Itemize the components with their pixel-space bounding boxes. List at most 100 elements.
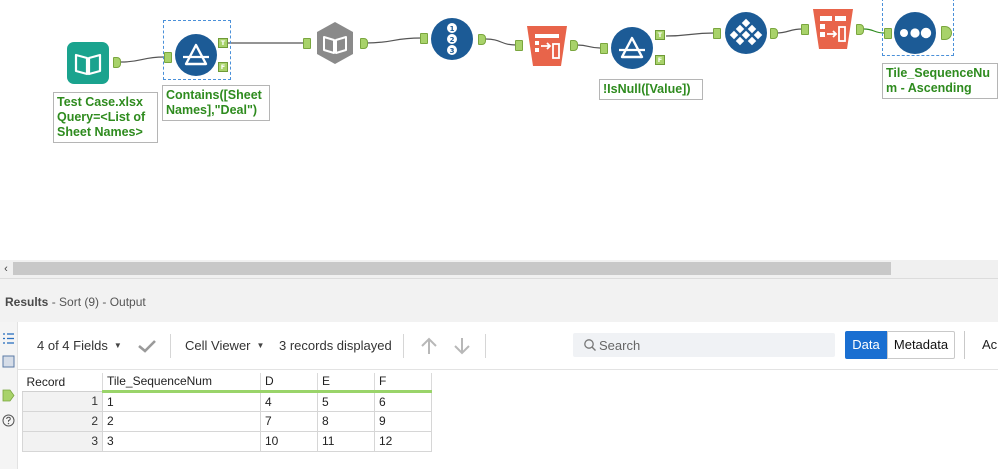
fields-dropdown[interactable]: 4 of 4 Fields ▼ — [37, 338, 122, 353]
scroll-left-arrow-icon[interactable]: ‹ — [0, 261, 12, 277]
column-header-e[interactable]: E — [317, 373, 375, 393]
table-row[interactable]: 1 1 4 5 6 — [22, 390, 432, 412]
connection-wire — [485, 38, 517, 46]
arrow-up-icon[interactable] — [420, 336, 438, 356]
column-header-record[interactable]: Record — [22, 373, 103, 392]
scrollbar-thumb[interactable] — [13, 262, 891, 275]
false-anchor[interactable]: F — [655, 55, 665, 65]
results-panel-header: Results - Sort (9) - Output — [0, 278, 998, 322]
table-cell[interactable]: 4 — [260, 390, 318, 412]
workflow-canvas[interactable]: Test Case.xlsx Query=<List of Sheet Name… — [0, 0, 998, 260]
input-anchor[interactable] — [600, 43, 608, 54]
search-box[interactable] — [573, 333, 835, 357]
records-count: 3 records displayed — [279, 338, 392, 353]
input-anchor[interactable] — [303, 38, 311, 49]
connection-wire — [365, 37, 422, 44]
cell-viewer-dropdown[interactable]: Cell Viewer ▼ — [185, 338, 264, 353]
input-anchor[interactable] — [884, 28, 892, 39]
sort-icon — [894, 12, 936, 54]
actions-button[interactable]: Ac — [964, 331, 998, 359]
column-header-f[interactable]: F — [374, 373, 432, 393]
sort-annotation: Tile_SequenceNu m - Ascending — [882, 63, 998, 99]
table-cell[interactable]: 12 — [374, 430, 432, 452]
output-anchor[interactable] — [478, 34, 486, 45]
input-anchor[interactable] — [164, 52, 172, 63]
open-book-icon — [317, 22, 353, 64]
panel-view-icon[interactable] — [2, 355, 15, 368]
metadata-tab-button[interactable]: Metadata — [887, 331, 955, 359]
table-row[interactable]: 3 3 10 11 12 — [22, 430, 432, 452]
output-anchor[interactable] — [113, 57, 121, 68]
input-data-tool[interactable] — [66, 41, 110, 85]
input-anchor[interactable] — [801, 24, 809, 35]
output-anchor[interactable] — [770, 28, 778, 39]
connection-wire — [576, 44, 601, 49]
dynamic-rename-tool[interactable] — [811, 7, 855, 51]
connection-wire — [863, 28, 885, 34]
connection-wire — [665, 32, 715, 37]
input-annotation: Test Case.xlsx Query=<List of Sheet Name… — [53, 92, 158, 143]
true-anchor[interactable]: T — [218, 38, 228, 48]
crosstab-icon — [725, 12, 767, 54]
record-id-glyph: 2 — [450, 36, 455, 44]
crosstab-tool[interactable] — [724, 11, 768, 55]
horizontal-scrollbar[interactable]: ‹ — [0, 260, 998, 278]
arrow-down-icon[interactable] — [453, 336, 471, 356]
data-tab-button[interactable]: Data — [845, 331, 887, 359]
toolbar-separator — [403, 334, 404, 358]
table-cell[interactable]: 1 — [102, 390, 261, 412]
input-anchor[interactable] — [713, 28, 721, 39]
record-id-glyph: 3 — [450, 47, 455, 55]
table-row[interactable]: 2 2 7 8 9 — [22, 410, 432, 432]
table-cell[interactable]: 5 — [317, 390, 375, 412]
table-cell[interactable]: 2 — [102, 410, 261, 432]
filter-icon — [611, 27, 653, 69]
checkmark-icon[interactable] — [137, 339, 157, 353]
column-header-d[interactable]: D — [260, 373, 318, 393]
transpose-icon — [527, 26, 567, 66]
filter-tool-2[interactable] — [610, 26, 654, 70]
list-view-icon[interactable] — [2, 332, 15, 345]
table-cell[interactable]: 7 — [260, 410, 318, 432]
results-title: Results - Sort (9) - Output — [5, 295, 146, 309]
results-toolbar: 4 of 4 Fields ▼ Cell Viewer ▼ 3 records di… — [18, 322, 998, 370]
toolbar-separator — [485, 334, 486, 358]
cell-viewer-label: Cell Viewer — [185, 338, 251, 353]
false-anchor[interactable]: F — [218, 62, 228, 72]
results-source: - Sort (9) - Output — [48, 295, 146, 309]
help-icon[interactable] — [2, 414, 15, 427]
dynamic-input-tool[interactable] — [313, 21, 357, 65]
output-anchor[interactable] — [360, 38, 368, 49]
column-header-tile-sequencenum[interactable]: Tile_SequenceNum — [102, 373, 261, 393]
input-anchor[interactable] — [420, 33, 428, 44]
true-anchor[interactable]: T — [655, 30, 665, 40]
output-anchor[interactable] — [570, 40, 578, 51]
record-id-tool[interactable]: 1 2 3 — [430, 17, 474, 61]
search-icon — [584, 339, 596, 351]
output-anchor[interactable] — [856, 24, 864, 35]
results-label: Results — [5, 295, 49, 309]
record-number-cell[interactable]: 2 — [22, 410, 103, 432]
record-id-glyph: 1 — [450, 25, 455, 33]
record-number-cell[interactable]: 3 — [22, 430, 103, 452]
table-cell[interactable]: 8 — [317, 410, 375, 432]
table-cell[interactable]: 6 — [374, 390, 432, 412]
table-cell[interactable]: 10 — [260, 430, 318, 452]
transpose-tool[interactable] — [525, 24, 569, 68]
record-number-cell[interactable]: 1 — [22, 390, 103, 412]
filter-icon — [175, 34, 217, 76]
rename-icon — [813, 9, 853, 49]
toolbar-separator — [170, 334, 171, 358]
filter-annotation: Contains([Sheet Names],"Deal") — [162, 85, 270, 121]
table-cell[interactable]: 3 — [102, 430, 261, 452]
table-cell[interactable]: 9 — [374, 410, 432, 432]
table-cell[interactable]: 11 — [317, 430, 375, 452]
anchor-tag-icon[interactable] — [2, 389, 15, 402]
search-input[interactable] — [599, 336, 829, 354]
chevron-down-icon: ▼ — [113, 341, 122, 350]
filter-tool[interactable] — [174, 33, 218, 77]
results-grid-area: Record Tile_SequenceNum D E F 1 1 4 5 6 … — [18, 371, 998, 469]
sort-tool[interactable] — [893, 11, 937, 55]
input-anchor[interactable] — [515, 40, 523, 51]
numbered-list-icon: 1 2 3 — [431, 18, 473, 60]
